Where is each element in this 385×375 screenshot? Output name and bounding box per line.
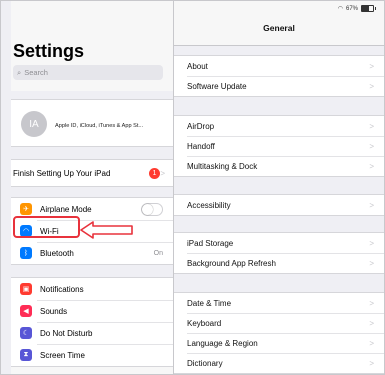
- general-item-label: Language & Region: [187, 338, 258, 348]
- wifi-highlight-box: [13, 216, 80, 238]
- general-item-label: iPad Storage: [187, 238, 234, 248]
- general-group-3: Accessibility >: [174, 194, 384, 216]
- airplane-mode-toggle[interactable]: [141, 202, 163, 216]
- chevron-right-icon: >: [369, 358, 374, 368]
- general-item[interactable]: Accessibility >: [174, 195, 384, 215]
- general-item[interactable]: Multitasking & Dock >: [174, 156, 384, 176]
- search-field[interactable]: ⌕ Search: [13, 65, 163, 80]
- chevron-right-icon: >: [369, 338, 374, 348]
- section-gap: [11, 91, 173, 99]
- general-pane: ◠ 67% General About > Software Update > Ai…: [174, 1, 384, 374]
- chevron-right-icon: >: [369, 318, 374, 328]
- general-item[interactable]: Keyboard >: [174, 313, 384, 333]
- chevron-right-icon: >: [369, 141, 374, 151]
- sidebar-item-label: Airplane Mode: [40, 204, 92, 214]
- sidebar-item-label: Sounds: [40, 306, 68, 316]
- sidebar-item-do-not-disturb[interactable]: ☾ Do Not Disturb: [11, 322, 173, 344]
- general-item[interactable]: Date & Time >: [174, 293, 384, 313]
- chevron-right-icon: >: [369, 61, 374, 71]
- avatar: IA: [21, 111, 47, 137]
- notifications-group: ▣ Notifications ◀ Sounds ☾ Do Not Distur…: [11, 277, 173, 367]
- general-item-label: Date & Time: [187, 298, 232, 308]
- general-item-label: Handoff: [187, 141, 215, 151]
- section-gap: [11, 265, 173, 277]
- section-gap: [11, 187, 173, 197]
- general-item-label: Keyboard: [187, 318, 222, 328]
- chevron-right-icon: >: [160, 169, 165, 178]
- apple-id-row[interactable]: IA Apple ID, iCloud, iTunes & App St...: [11, 99, 173, 147]
- moon-icon: ☾: [20, 327, 32, 339]
- detail-header: ◠ 67% General: [174, 1, 384, 46]
- general-item-label: AirDrop: [187, 121, 215, 131]
- general-item[interactable]: About >: [174, 56, 384, 76]
- general-item[interactable]: Handoff >: [174, 136, 384, 156]
- bluetooth-icon: ᛒ: [20, 247, 32, 259]
- sidebar-item-sounds[interactable]: ◀ Sounds: [11, 300, 173, 322]
- general-item[interactable]: Software Update >: [174, 76, 384, 96]
- chevron-right-icon: >: [369, 161, 374, 171]
- search-placeholder: Search: [24, 68, 48, 77]
- notifications-icon: ▣: [20, 283, 32, 295]
- sidebar: Settings ⌕ Search IA Apple ID, iCloud, i…: [11, 1, 173, 374]
- battery-icon: [361, 5, 374, 12]
- chevron-right-icon: >: [369, 200, 374, 210]
- ipad-screen: Settings ⌕ Search IA Apple ID, iCloud, i…: [0, 0, 385, 375]
- sidebar-item-screen-time[interactable]: ⧗ Screen Time: [11, 344, 173, 366]
- general-item-label: About: [187, 61, 208, 71]
- chevron-right-icon: >: [369, 81, 374, 91]
- general-item[interactable]: Dictionary >: [174, 353, 384, 373]
- sidebar-item-label: Notifications: [40, 284, 84, 294]
- general-item-label: Accessibility: [187, 200, 231, 210]
- chevron-right-icon: >: [369, 121, 374, 131]
- general-item-label: Multitasking & Dock: [187, 161, 258, 171]
- general-item-label: Software Update: [187, 81, 247, 91]
- page-title: General: [263, 23, 295, 33]
- sidebar-item-label: Screen Time: [40, 350, 85, 360]
- search-icon: ⌕: [17, 67, 22, 77]
- sidebar-item-bluetooth[interactable]: ᛒ Bluetooth On: [11, 242, 173, 264]
- sidebar-item-label: Do Not Disturb: [40, 328, 93, 338]
- finish-setup-label: Finish Setting Up Your iPad: [13, 169, 111, 178]
- finish-setup-row[interactable]: Finish Setting Up Your iPad 1 >: [11, 159, 173, 187]
- sidebar-item-notifications[interactable]: ▣ Notifications: [11, 278, 173, 300]
- bluetooth-status: On: [153, 249, 163, 257]
- general-item-label: Background App Refresh: [187, 258, 276, 268]
- general-group-1: About > Software Update >: [174, 55, 384, 97]
- battery-percent: 67%: [345, 5, 358, 12]
- status-bar: ◠ 67%: [338, 5, 376, 12]
- section-gap: [11, 147, 173, 159]
- general-item[interactable]: Language & Region >: [174, 333, 384, 353]
- general-item[interactable]: iPad Storage >: [174, 233, 384, 253]
- wifi-status-icon: ◠: [337, 6, 343, 12]
- chevron-right-icon: >: [369, 258, 374, 268]
- sidebar-item-label: Bluetooth: [40, 248, 74, 258]
- general-item[interactable]: Background App Refresh >: [174, 253, 384, 273]
- pointer-arrow-icon: [80, 221, 133, 239]
- chevron-right-icon: >: [369, 238, 374, 248]
- hourglass-icon: ⧗: [20, 349, 32, 361]
- general-group-2: AirDrop > Handoff > Multitasking & Dock >: [174, 115, 384, 177]
- general-group-4: iPad Storage > Background App Refresh >: [174, 232, 384, 274]
- sounds-icon: ◀: [20, 305, 32, 317]
- general-item[interactable]: AirDrop >: [174, 116, 384, 136]
- airplane-icon: ✈: [20, 203, 32, 215]
- apple-id-label: Apple ID, iCloud, iTunes & App St...: [55, 123, 144, 129]
- general-group-5: Date & Time > Keyboard > Language & Region…: [174, 292, 384, 374]
- settings-title: Settings: [13, 41, 85, 61]
- notification-badge: 1: [149, 168, 160, 179]
- general-item-label: Dictionary: [187, 358, 223, 368]
- chevron-right-icon: >: [369, 298, 374, 308]
